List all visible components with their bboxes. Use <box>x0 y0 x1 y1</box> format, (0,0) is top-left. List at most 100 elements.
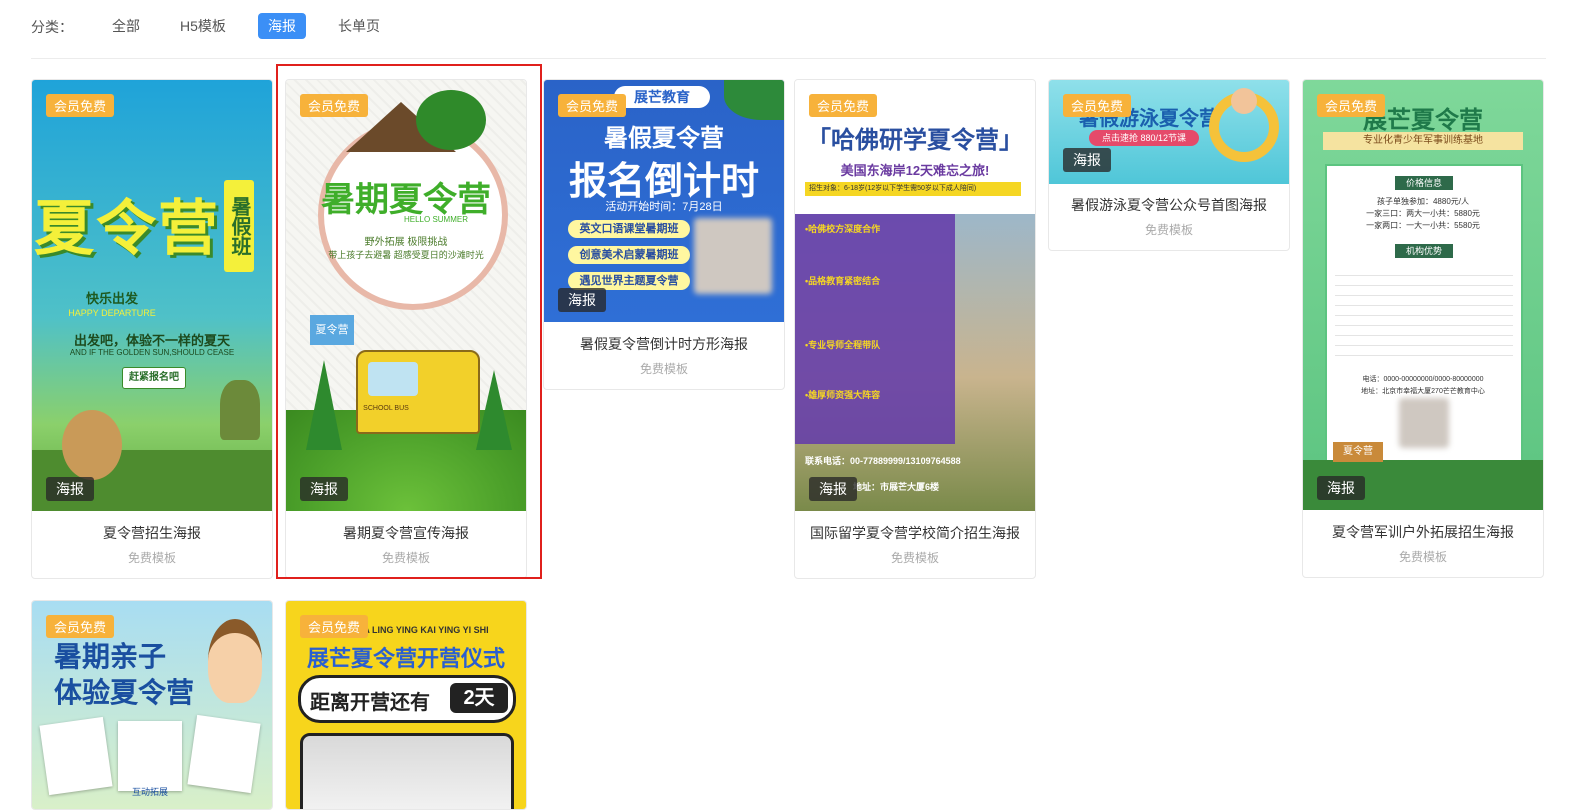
member-free-badge: 会员免费 <box>300 94 369 117</box>
poster-main-text: 夏令营 <box>34 195 220 262</box>
poster-line2: 报名倒计时 <box>568 161 759 203</box>
member-free-badge: 会员免费 <box>46 94 115 117</box>
poster-thumbnail[interactable]: 「哈佛研学夏令营」 美国东海岸12天难忘之旅! 招生对象：6-18岁(12岁以下… <box>795 80 1035 511</box>
template-card[interactable]: 展芒夏令营 专业化青少年军事训练基地 价格信息 孩子单独参加：4880元/人 一… <box>1302 79 1544 578</box>
poster-line2: 带上孩子去避暑 超感受夏日的沙滩时光 <box>328 250 484 260</box>
poster-item: 英文口语课堂暑期班 <box>568 220 690 238</box>
poster-info-panel <box>795 214 955 444</box>
poster-phone: 电话：0000-00000000/0000-80000000 <box>1362 376 1484 383</box>
filter-tab-long-page[interactable]: 长单页 <box>328 13 390 39</box>
photo-caption: 互动拓展 <box>132 787 169 797</box>
template-card[interactable]: 暑假游泳夏令营 点击速抢 880/12节课 会员免费 海报 暑假游泳夏令营公众号… <box>1048 79 1290 251</box>
poster-sub-text: 点击速抢 880/12节课 <box>1089 130 1199 146</box>
poster-line1: 出发吧，体验不一样的夏天 <box>73 333 230 348</box>
countdown-days: 2天 <box>450 683 508 713</box>
card-subtitle: 免费模板 <box>1398 550 1447 564</box>
filter-divider <box>31 58 1546 59</box>
poster-side-text: 暑假班 <box>224 180 254 272</box>
template-card[interactable]: 暑期夏令营 HELLO SUMMER 野外拓展 极限挑战 带上孩子去避暑 超感受… <box>285 79 527 579</box>
template-card[interactable]: 夏令营 暑假班 快乐出发 HAPPY DEPARTURE 出发吧，体验不一样的夏… <box>31 79 273 579</box>
leaf-decoration <box>724 80 784 120</box>
poster-main-text: 展芒夏令营开营仪式 <box>306 646 505 671</box>
poster-line1: 野外拓展 极限挑战 <box>364 237 448 248</box>
poster-thumbnail[interactable]: 暑期夏令营 HELLO SUMMER 野外拓展 极限挑战 带上孩子去避暑 超感受… <box>286 80 526 511</box>
template-card[interactable]: A LING YING KAI YING YI SHI 展芒夏令营开营仪式 距离… <box>285 600 527 810</box>
type-badge: 海报 <box>558 288 606 312</box>
card-title[interactable]: 暑假夏令营倒计时方形海报 <box>544 334 784 354</box>
card-subtitle: 免费模板 <box>127 551 176 565</box>
tree-illustration <box>306 360 342 450</box>
poster-point: •哈佛校方深度合作 <box>805 224 881 234</box>
poster-thumbnail[interactable]: 展芒夏令营 专业化青少年军事训练基地 价格信息 孩子单独参加：4880元/人 一… <box>1303 80 1543 510</box>
poster-thumbnail[interactable]: 夏令营 暑假班 快乐出发 HAPPY DEPARTURE 出发吧，体验不一样的夏… <box>32 80 272 511</box>
price-line: 孩子单独参加：4880元/人 <box>1376 197 1470 206</box>
poster-item: 创意美术启蒙暑期班 <box>568 246 690 264</box>
poster-banner: 专业化青少年军事训练基地 <box>1323 132 1523 150</box>
poster-line1: 暑假夏令营 <box>604 125 724 152</box>
poster-point: •品格教育紧密结合 <box>805 276 881 286</box>
bus-window <box>368 362 418 396</box>
member-free-badge: 会员免费 <box>1063 94 1132 117</box>
palm-tree-illustration <box>416 90 486 150</box>
blurred-qr-code <box>694 218 772 294</box>
swimmer-illustration <box>1231 88 1257 114</box>
advantage-text-lines <box>1335 266 1513 356</box>
blurred-qr-code <box>1399 398 1449 448</box>
photo-frame <box>39 716 113 796</box>
member-free-badge: 会员免费 <box>558 94 627 117</box>
template-card[interactable]: 「哈佛研学夏令营」 美国东海岸12天难忘之旅! 招生对象：6-18岁(12岁以下… <box>794 79 1036 579</box>
photo-frame <box>118 721 182 791</box>
member-free-badge: 会员免费 <box>300 615 369 638</box>
advantage-heading: 机构优势 <box>1395 244 1453 258</box>
tree-illustration <box>220 380 260 440</box>
poster-flag: 夏令营 <box>310 315 354 345</box>
member-free-badge: 会员免费 <box>46 615 115 638</box>
poster-main-text: 「哈佛研学夏令营」 <box>807 127 1023 154</box>
card-subtitle: 免费模板 <box>381 551 430 565</box>
member-free-badge: 会员免费 <box>809 94 878 117</box>
card-title[interactable]: 夏令营军训户外拓展招生海报 <box>1303 522 1543 542</box>
price-line: 一家三口：两大一小共：5880元 <box>1366 209 1480 218</box>
card-subtitle: 免费模板 <box>639 362 688 376</box>
card-title[interactable]: 夏令营招生海报 <box>32 523 272 543</box>
poster-main-text: 暑期夏令营 <box>321 181 491 219</box>
photo-frame <box>187 714 261 794</box>
card-title[interactable]: 国际留学夏令营学校简介招生海报 <box>795 523 1035 543</box>
poster-line2: AND IF THE GOLDEN SUN,SHOULD CEASE <box>69 348 235 357</box>
template-card[interactable]: 展芒教育 暑假夏令营 报名倒计时 活动开始时间：7月28日 英文口语课堂暑期班 … <box>543 79 785 390</box>
template-card[interactable]: 暑期亲子 体验夏令营 互动拓展 会员免费 <box>31 600 273 810</box>
poster-button: 赶紧报名吧 <box>122 367 186 389</box>
venue-photo <box>300 733 514 809</box>
poster-sign: 夏令营 <box>1333 442 1383 462</box>
kids-illustration <box>62 410 122 480</box>
poster-address: 地址：北京市幸福大厦270芒芒教育中心 <box>1361 388 1485 395</box>
type-badge: 海报 <box>1317 476 1365 500</box>
card-subtitle: 免费模板 <box>1144 223 1193 237</box>
price-heading: 价格信息 <box>1395 176 1453 190</box>
card-title[interactable]: 暑期夏令营宣传海报 <box>286 523 526 543</box>
poster-en-text: HAPPY DEPARTURE <box>68 308 156 318</box>
filter-tab-h5[interactable]: H5模板 <box>170 13 236 39</box>
poster-address: 地址：市展芒大厦6楼 <box>853 482 940 492</box>
poster-line2: 体验夏令营 <box>54 677 195 708</box>
member-free-badge: 会员免费 <box>1317 94 1386 117</box>
card-title[interactable]: 暑假游泳夏令营公众号首图海报 <box>1049 195 1289 215</box>
poster-sub-text: 美国东海岸12天难忘之旅! <box>840 163 990 178</box>
poster-target: 招生对象：6-18岁(12岁以下学生需50岁以下成人陪同) <box>805 182 1021 196</box>
poster-en-text: HELLO SUMMER <box>403 215 468 224</box>
filter-tab-all[interactable]: 全部 <box>102 13 150 39</box>
poster-point: •专业导师全程带队 <box>805 340 881 350</box>
bus-label: SCHOOL BUS <box>363 405 409 412</box>
card-subtitle: 免费模板 <box>890 551 939 565</box>
poster-date: 活动开始时间：7月28日 <box>605 201 723 213</box>
category-filter-bar: 分类： 全部 H5模板 海报 长单页 <box>0 0 1572 52</box>
type-badge: 海报 <box>809 477 857 501</box>
countdown-text: 距离开营还有 <box>310 692 430 714</box>
type-badge: 海报 <box>46 477 94 501</box>
poster-point: •雄厚师资强大阵容 <box>805 390 881 400</box>
child-illustration <box>208 619 262 703</box>
filter-tab-poster[interactable]: 海报 <box>258 13 306 39</box>
price-line: 一家两口：一大一小共：5580元 <box>1366 221 1480 230</box>
poster-contact: 联系电话：00-77889999/13109764588 <box>805 456 961 466</box>
type-badge: 海报 <box>1063 148 1111 172</box>
